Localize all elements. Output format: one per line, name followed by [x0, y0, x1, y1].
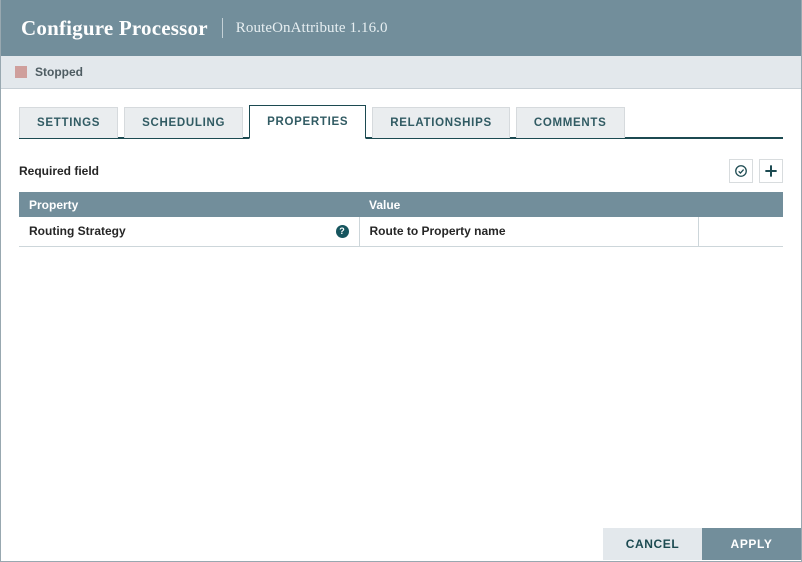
processor-type-version: RouteOnAttribute 1.16.0: [236, 20, 388, 37]
table-header: Property Value: [19, 192, 783, 217]
property-name-label: Routing Strategy: [29, 224, 126, 238]
check-circle-icon: [734, 164, 748, 178]
tab-properties[interactable]: PROPERTIES: [249, 105, 366, 139]
cell-property-value[interactable]: Route to Property name: [359, 217, 698, 246]
tab-settings[interactable]: SETTINGS: [19, 107, 118, 138]
cell-property-extra[interactable]: [698, 217, 783, 246]
column-header-extra[interactable]: [698, 192, 783, 217]
properties-toolbar: Required field: [19, 158, 783, 184]
table-header-row: Property Value: [19, 192, 783, 217]
tab-comments[interactable]: COMMENTS: [516, 107, 625, 138]
tab-scheduling[interactable]: SCHEDULING: [124, 107, 243, 138]
page-title: Configure Processor: [21, 16, 208, 41]
add-property-button[interactable]: [759, 159, 783, 183]
column-header-value[interactable]: Value: [359, 192, 698, 217]
verify-properties-button[interactable]: [729, 159, 753, 183]
tab-bar: SETTINGS SCHEDULING PROPERTIES RELATIONS…: [1, 89, 801, 144]
configure-processor-dialog: Configure Processor RouteOnAttribute 1.1…: [0, 0, 802, 562]
help-icon[interactable]: ?: [336, 225, 349, 238]
title-separator: [222, 18, 223, 38]
status-badge: Stopped: [35, 65, 83, 79]
cancel-button[interactable]: CANCEL: [603, 528, 702, 560]
properties-table: Property Value Routing Strategy ? Route …: [19, 192, 783, 247]
plus-icon: [764, 164, 778, 178]
status-swatch-icon: [15, 66, 27, 78]
table-row[interactable]: Routing Strategy ? Route to Property nam…: [19, 217, 783, 246]
tab-relationships[interactable]: RELATIONSHIPS: [372, 107, 510, 138]
apply-button[interactable]: APPLY: [702, 528, 801, 560]
required-field-label: Required field: [19, 164, 99, 178]
table-body: Routing Strategy ? Route to Property nam…: [19, 217, 783, 246]
cell-property-name[interactable]: Routing Strategy ?: [19, 217, 359, 246]
dialog-footer: CANCEL APPLY: [1, 528, 801, 561]
dialog-header: Configure Processor RouteOnAttribute 1.1…: [1, 0, 801, 56]
status-bar: Stopped: [1, 56, 801, 89]
column-header-property[interactable]: Property: [19, 192, 359, 217]
